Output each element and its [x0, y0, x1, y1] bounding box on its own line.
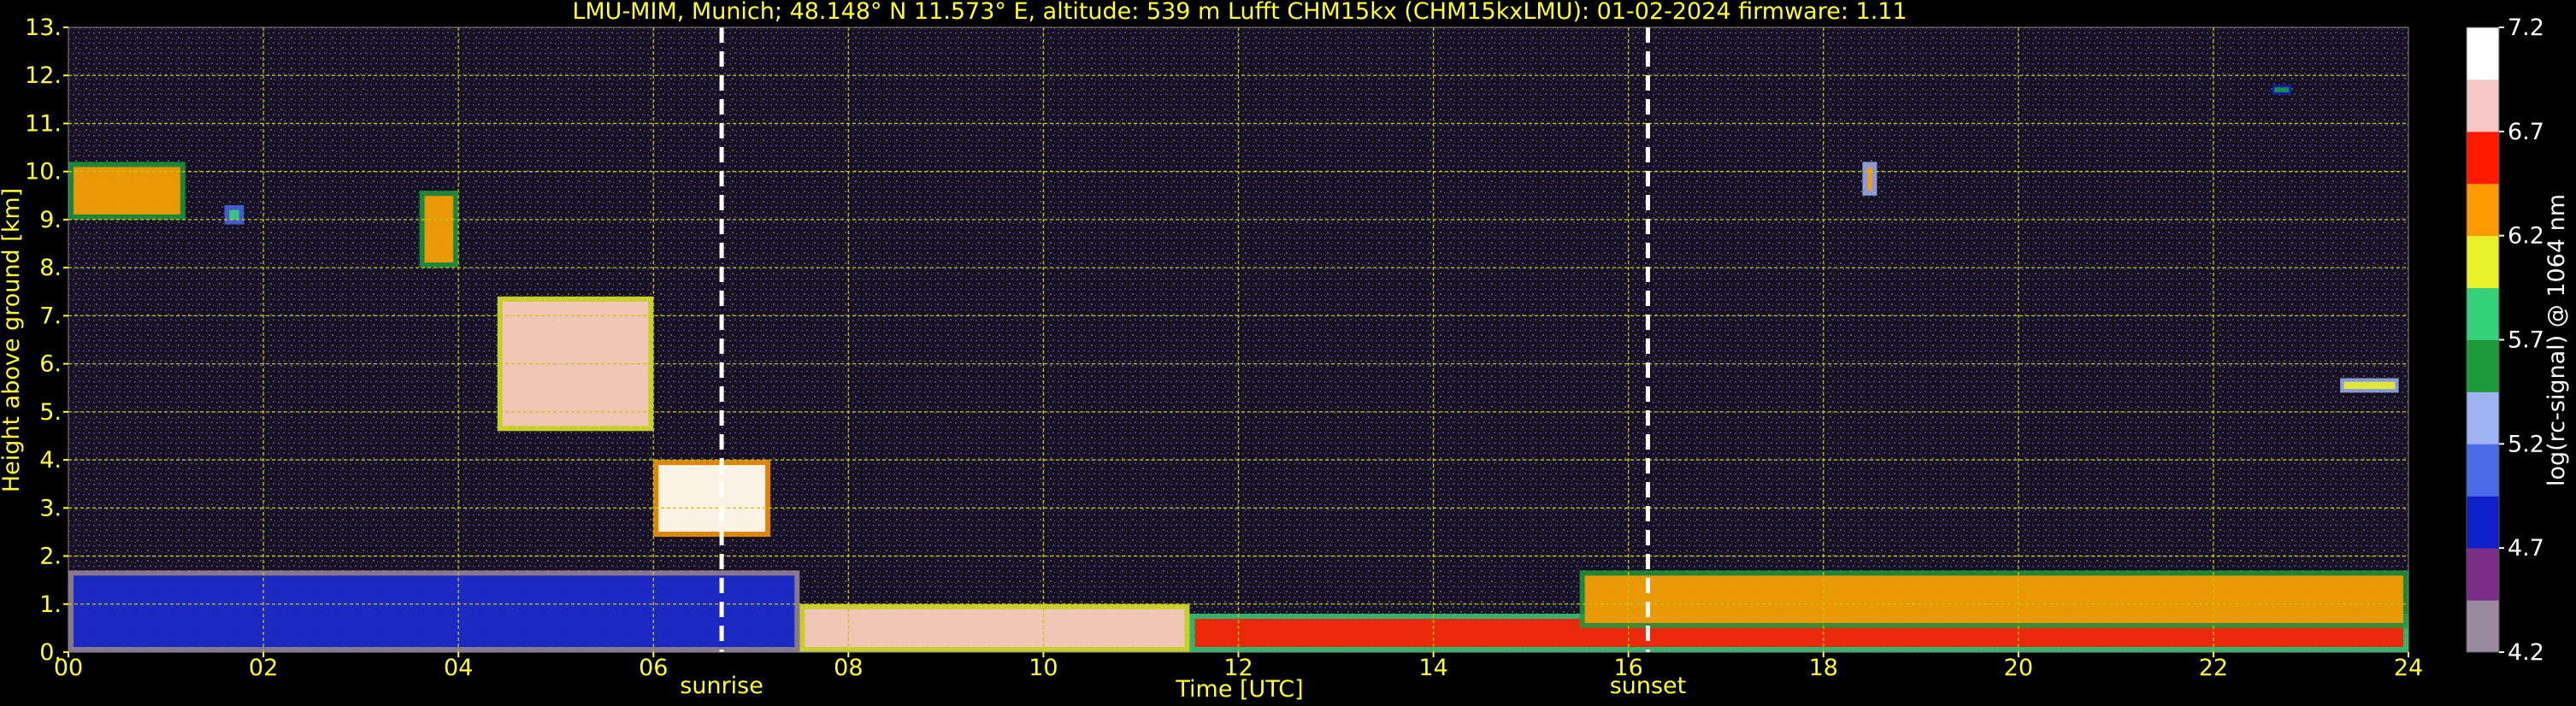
colorbar-tick-label: 5.2: [2508, 431, 2544, 457]
y-tick-label: 5.: [39, 399, 62, 426]
colorbar-segment: [2467, 444, 2499, 497]
y-tick-label: 0.: [39, 639, 62, 666]
feature-core-cloud-2: [424, 196, 454, 263]
colorbar-tick-label: 6.2: [2508, 223, 2544, 250]
y-tick-label: 12.: [25, 62, 62, 89]
colorbar-tick-label: 5.7: [2508, 327, 2544, 354]
x-tick-label: 16: [1613, 655, 1642, 681]
feature-core-cloud-4: [658, 465, 766, 532]
y-tick-label: 8.: [39, 255, 62, 281]
feature-core-cloud-7: [2343, 381, 2396, 390]
x-tick-label: 22: [2199, 655, 2228, 681]
colorbar-segment: [2467, 287, 2499, 340]
colorbar-segment: [2467, 131, 2499, 185]
colorbar-segment: [2467, 235, 2499, 289]
chart-title: LMU-MIM, Munich; 48.148° N 11.573° E, al…: [572, 0, 1907, 25]
y-tick-label: 3.: [39, 495, 62, 521]
feature-core-cirrus-0: [74, 167, 180, 215]
colorbar-segment: [2467, 339, 2499, 392]
y-tick-label: 2.: [39, 544, 62, 570]
colorbar-segment: [2467, 548, 2499, 601]
ceilometer-chart: LMU-MIM, Munich; 48.148° N 11.573° E, al…: [0, 0, 2576, 706]
y-tick-label: 6.: [39, 351, 62, 378]
colorbar-tick-label: 4.2: [2508, 639, 2544, 666]
y-tick-label: 10.: [25, 159, 62, 185]
plot-area: sunrise sunset: [68, 26, 2409, 699]
colorbar-tick-label: 4.7: [2508, 535, 2544, 562]
y-tick-label: 9.: [39, 207, 62, 233]
x-tick-label: 14: [1418, 655, 1447, 681]
feature-core-cirrus-1: [229, 209, 239, 220]
x-tick-label: 10: [1029, 655, 1058, 681]
colorbar-segment: [2467, 183, 2499, 237]
marker-label-sunrise: sunrise: [680, 673, 763, 699]
feature-core-cloud-6: [2274, 87, 2290, 92]
colorbar-label: log(rc-signal) @ 1064 nm: [2544, 194, 2570, 486]
x-tick-label: 08: [834, 655, 863, 681]
colorbar-tick-label: 7.2: [2508, 15, 2544, 41]
x-axis-label: Time [UTC]: [1175, 676, 1303, 703]
feature-core-cloud-5: [1867, 167, 1872, 191]
colorbar-segment: [2467, 391, 2499, 444]
y-axis-label: Height above ground [km]: [0, 188, 25, 492]
y-tick-label: 4.: [39, 447, 62, 474]
feature-core-low-cloud-9: [805, 609, 1185, 647]
colorbar: [2466, 26, 2500, 653]
x-tick-label: 18: [1809, 655, 1838, 681]
x-tick-label: 02: [249, 655, 278, 681]
x-tick-label: 24: [2394, 655, 2423, 681]
y-tick-label: 7.: [39, 303, 62, 329]
feature-core-cloud-bits-11: [1584, 575, 2403, 623]
x-tick-label: 04: [444, 655, 473, 681]
y-tick-label: 1.: [39, 591, 62, 618]
colorbar-tick-label: 6.7: [2508, 119, 2544, 145]
colorbar-segment: [2467, 600, 2499, 653]
colorbar-segment: [2467, 496, 2499, 549]
x-tick-label: 06: [639, 655, 668, 681]
feature-core-boundary-layer-8: [74, 575, 795, 647]
x-tick-label: 20: [2004, 655, 2033, 681]
y-tick-label: 13.: [25, 15, 62, 41]
colorbar-segment: [2467, 27, 2499, 80]
y-tick-label: 11.: [25, 110, 62, 137]
colorbar-segment: [2467, 79, 2499, 132]
